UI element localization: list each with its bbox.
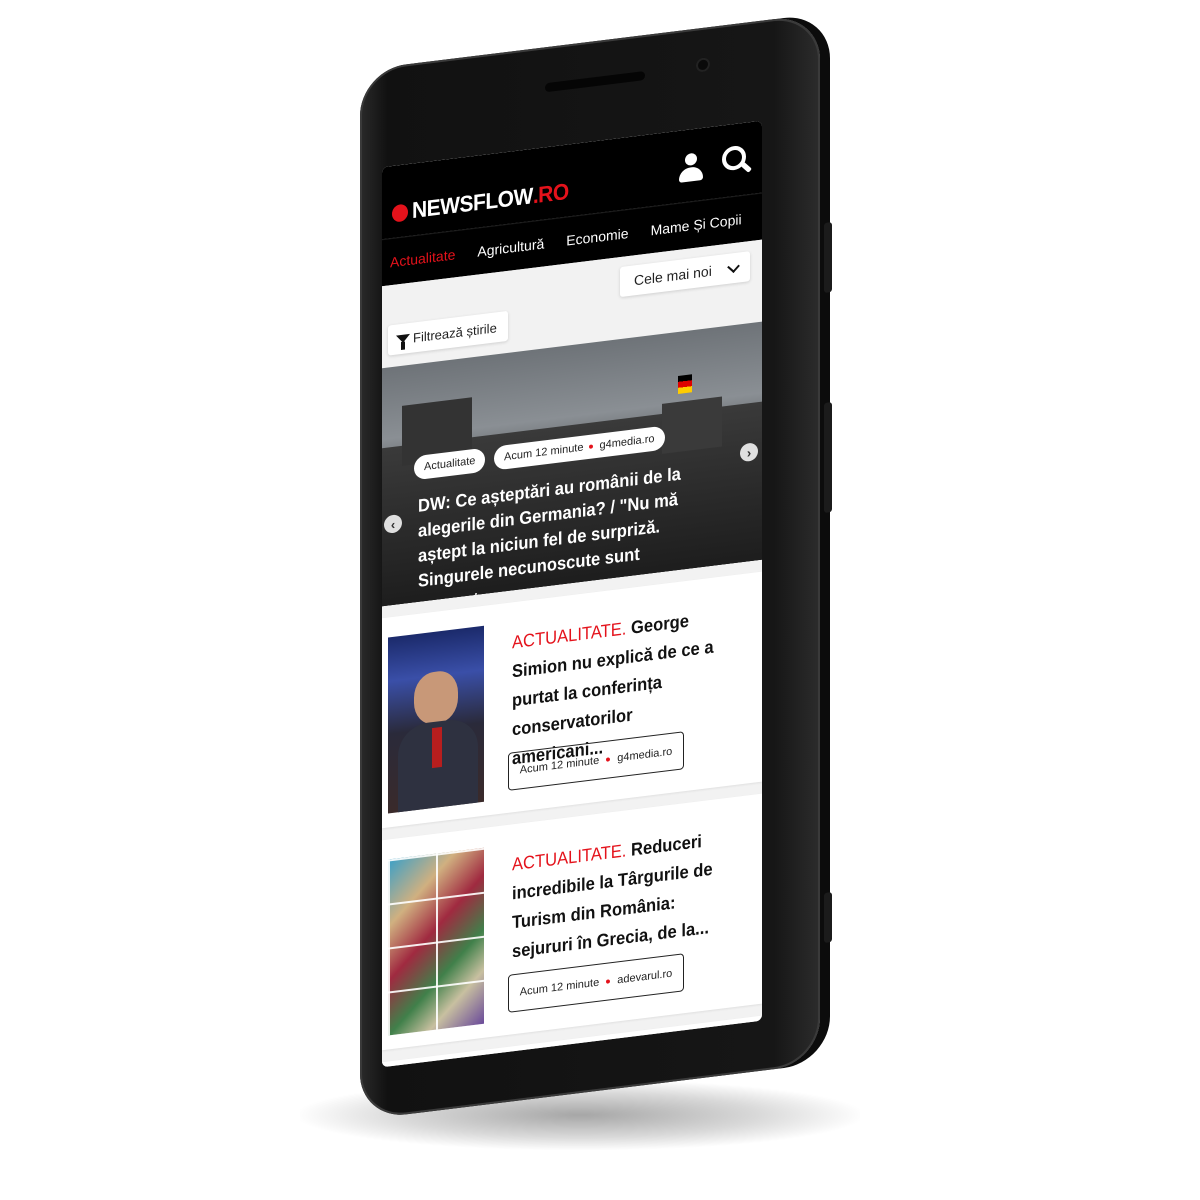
article-thumbnail[interactable]	[388, 847, 484, 1036]
nav-item-actualitate[interactable]: Actualitate	[390, 246, 455, 270]
thumb-face	[414, 668, 458, 727]
separator-dot	[589, 444, 594, 449]
side-slot	[824, 892, 832, 944]
logo-dot-icon	[392, 203, 408, 223]
phone-frame: NEWSFLOW .RO Actualitate Agricultură Econ…	[360, 13, 832, 1121]
nav-item-mame-si-copii[interactable]: Mame Și Copii	[651, 211, 742, 238]
separator-dot	[606, 757, 611, 762]
filter-icon	[396, 333, 410, 344]
article-thumbnail[interactable]	[388, 625, 484, 814]
volume-button	[824, 222, 832, 294]
logo-tld: .RO	[532, 179, 569, 209]
search-icon[interactable]	[722, 144, 753, 178]
article-source: g4media.ro	[617, 745, 673, 765]
nav-item-economie[interactable]: Economie	[566, 225, 628, 249]
article-source: adevarul.ro	[617, 967, 673, 987]
front-camera	[696, 57, 710, 73]
sort-dropdown[interactable]: Cele mai noi	[620, 251, 750, 298]
article-card[interactable]: ACTUALITATE. Reduceri incredibile la Târ…	[382, 793, 762, 1051]
nav-item-agricultura[interactable]: Agricultură	[477, 235, 544, 259]
filter-label: Filtrează știrile	[413, 319, 497, 345]
phone-screen: NEWSFLOW .RO Actualitate Agricultură Econ…	[382, 120, 762, 1068]
article-title[interactable]: ACTUALITATE. Reduceri incredibile la Târ…	[512, 824, 724, 966]
article-category[interactable]: ACTUALITATE.	[512, 840, 626, 874]
featured-time: Acum 12 minute	[504, 441, 584, 464]
article-category[interactable]: ACTUALITATE.	[512, 618, 626, 652]
logo-text: NEWSFLOW	[412, 183, 533, 224]
power-button	[824, 402, 832, 514]
thumb-tie	[432, 726, 442, 769]
user-icon-head	[685, 152, 697, 167]
search-icon-handle	[739, 161, 753, 173]
chevron-down-icon	[727, 260, 740, 274]
filter-news-button[interactable]: Filtrează știrile	[388, 310, 508, 356]
article-time: Acum 12 minute	[519, 754, 600, 777]
separator-dot	[606, 979, 611, 984]
user-icon-body	[679, 165, 703, 183]
german-flag	[678, 374, 692, 394]
user-icon[interactable]	[678, 152, 704, 185]
featured-article[interactable]: Actualitate Acum 12 minute g4media.ro DW…	[382, 321, 762, 607]
hero-tower-right	[662, 396, 722, 454]
article-card[interactable]: ACTUALITATE. George Simion nu explică de…	[382, 571, 762, 829]
article-time: Acum 12 minute	[519, 976, 600, 999]
earpiece-speaker	[545, 71, 645, 93]
featured-category: Actualitate	[424, 454, 476, 474]
featured-source: g4media.ro	[599, 432, 655, 452]
sort-value: Cele mai noi	[634, 262, 712, 289]
